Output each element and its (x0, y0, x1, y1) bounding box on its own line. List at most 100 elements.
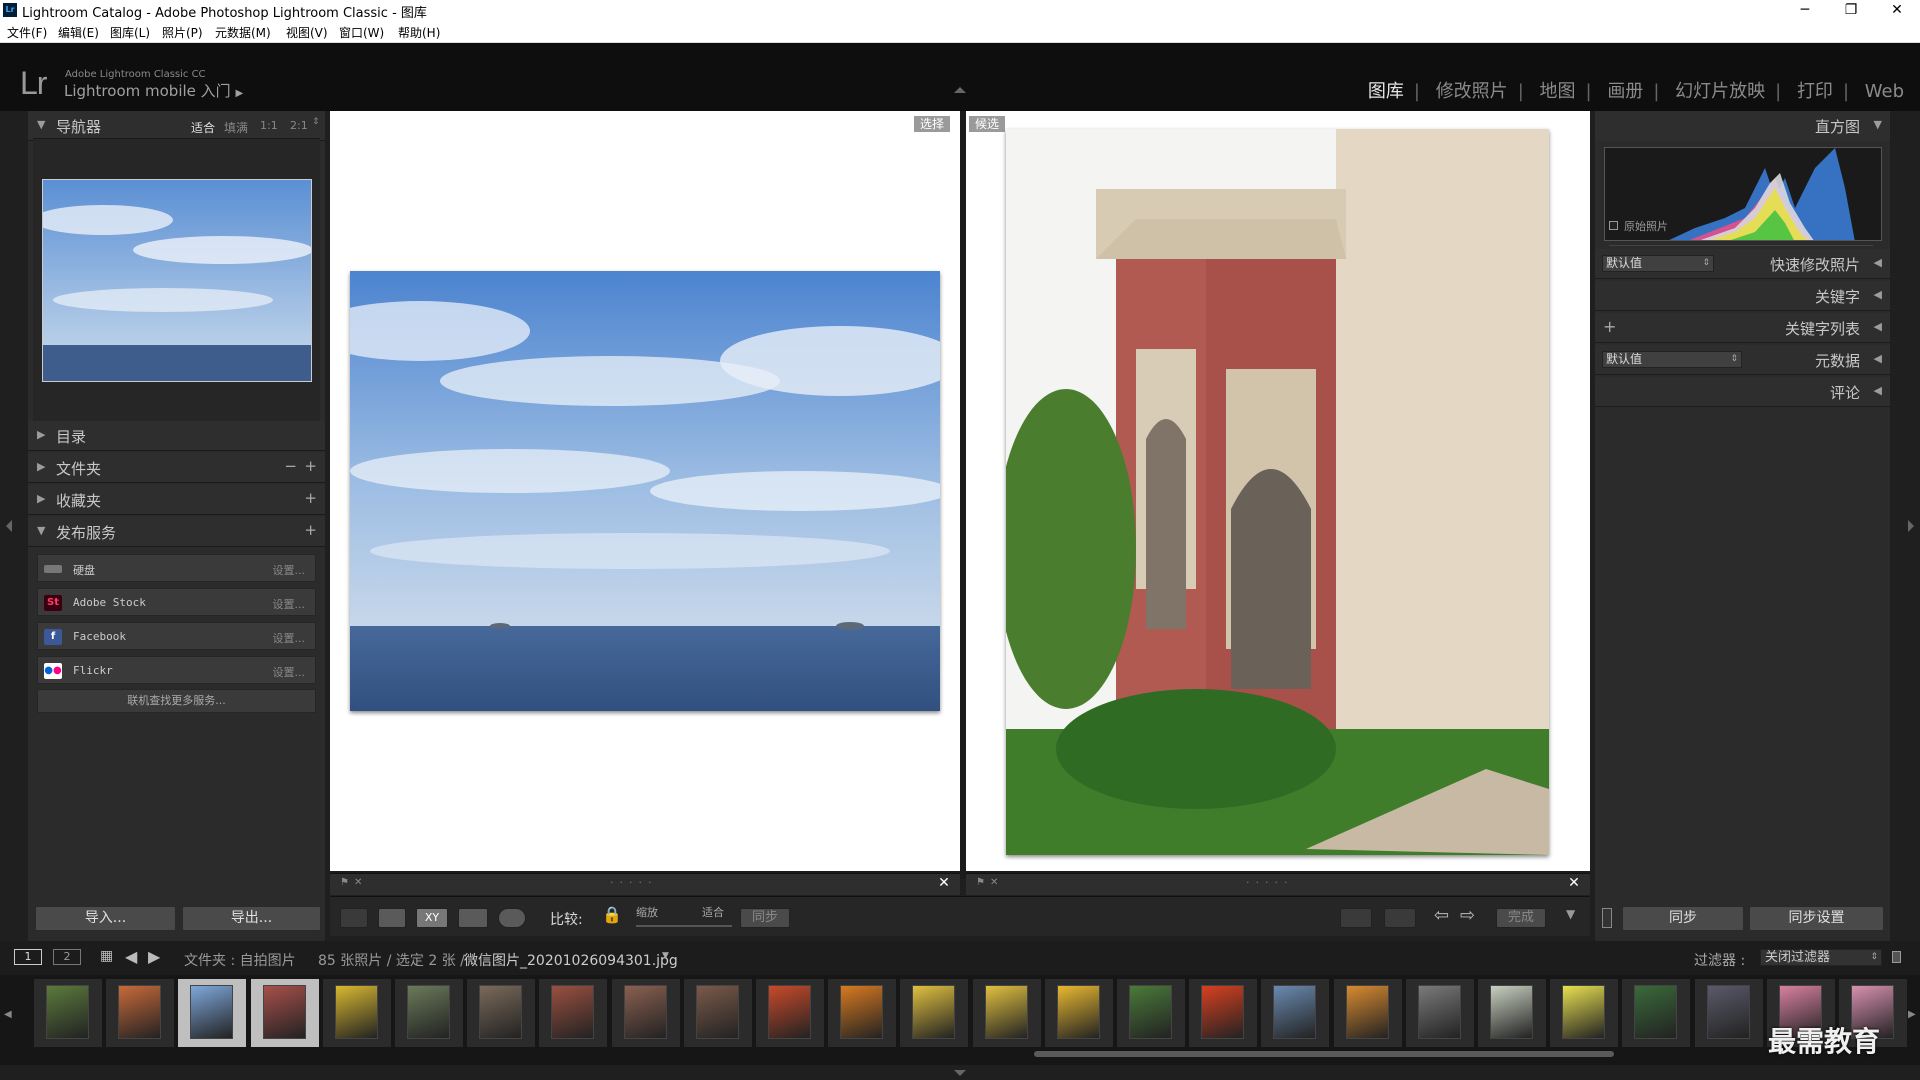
right-panel-toggle-icon[interactable] (1908, 520, 1914, 532)
candidate-pane[interactable]: 候选 (966, 111, 1590, 871)
close-select-button[interactable]: ✕ (936, 875, 952, 891)
sync-button[interactable]: 同步 (740, 908, 790, 928)
left-panel-toggle-icon[interactable] (6, 520, 12, 532)
restore-button[interactable]: ❐ (1828, 0, 1874, 21)
navigator-header[interactable]: ▼ 导航器 适合 填满 1:1 2:1 ⇕ (28, 111, 325, 141)
filmstrip-thumbnail[interactable] (1044, 979, 1113, 1047)
module-web[interactable]: Web (1861, 81, 1908, 102)
close-candidate-button[interactable]: ✕ (1566, 875, 1582, 891)
module-print[interactable]: 打印 (1793, 81, 1837, 102)
filmstrip-thumbnail[interactable] (1333, 979, 1402, 1047)
filmstrip-thumbnail[interactable] (1694, 979, 1763, 1047)
current-filename[interactable]: 微信图片_20201026094301.jpg (464, 950, 678, 970)
swap-icon[interactable] (1340, 908, 1372, 928)
select-pane[interactable]: 选择 (330, 111, 960, 871)
minimize-button[interactable]: ─ (1782, 0, 1828, 21)
filmstrip-thumbnail[interactable] (611, 979, 680, 1047)
make-select-icon[interactable] (1384, 908, 1416, 928)
export-button[interactable]: 导出... (182, 906, 321, 931)
top-panel-toggle-icon[interactable] (954, 87, 966, 93)
sync-metadata-button[interactable]: 同步 (1622, 906, 1744, 931)
secondary-window-button[interactable]: 2 (53, 949, 81, 965)
filmstrip-thumbnail[interactable] (1117, 979, 1185, 1047)
people-view-icon[interactable] (498, 908, 526, 928)
done-button[interactable]: 完成 (1496, 908, 1546, 928)
menu-file[interactable]: 文件(F) (7, 24, 47, 41)
publish-services-header[interactable]: ▼ 发布服务 + (28, 517, 325, 547)
lightroom-mobile-link[interactable]: Lightroom mobile 入门 ▶ (64, 80, 243, 101)
source-path[interactable]: 文件夹 : 自拍图片 (184, 950, 296, 970)
zoom-fit[interactable]: 适合 (191, 119, 215, 136)
menu-view[interactable]: 视图(V) (286, 24, 328, 41)
plus-icon[interactable]: + (1603, 317, 1616, 336)
zoom-2-1[interactable]: 2:1 (290, 119, 308, 132)
folders-header[interactable]: ▶ 文件夹 − + (28, 453, 325, 483)
service-flickr[interactable]: ●● Flickr 设置... (37, 656, 316, 684)
filmstrip-thumbnail[interactable] (178, 979, 247, 1047)
previous-arrow-icon[interactable]: ⇦ (1434, 905, 1449, 926)
quick-develop-header[interactable]: 默认值 ⇕ 快速修改照片 ◀ (1595, 249, 1890, 279)
zoom-fill[interactable]: 填满 (224, 119, 248, 136)
plus-icon[interactable]: + (304, 489, 317, 507)
menu-help[interactable]: 帮助(H) (398, 24, 440, 41)
rating-dots[interactable]: ····· (1246, 876, 1293, 889)
setup-link[interactable]: 设置... (273, 562, 306, 578)
close-window-button[interactable]: ✕ (1874, 0, 1920, 21)
menu-window[interactable]: 窗口(W) (339, 24, 384, 41)
menu-edit[interactable]: 编辑(E) (58, 24, 99, 41)
keywording-header[interactable]: 关键字 ◀ (1595, 281, 1890, 311)
flag-icon[interactable]: ⚑ (976, 878, 986, 888)
back-arrow-icon[interactable]: ◀ (125, 947, 137, 966)
module-develop[interactable]: 修改照片 (1432, 81, 1512, 102)
filmstrip-thumbnail[interactable] (34, 979, 102, 1047)
original-photo-checkbox[interactable] (1609, 221, 1618, 230)
menu-metadata[interactable]: 元数据(M) (215, 24, 271, 41)
loupe-view-icon[interactable] (378, 908, 406, 928)
filmstrip-thumbnail[interactable] (1261, 979, 1330, 1047)
module-library[interactable]: 图库 (1364, 81, 1408, 102)
plus-icon[interactable]: + (304, 521, 317, 539)
toolbar-menu-chevron-icon[interactable]: ▼ (1566, 907, 1575, 921)
auto-sync-switch[interactable] (1602, 908, 1612, 928)
filmstrip-thumbnail[interactable] (395, 979, 463, 1047)
filmstrip-scroll-right-icon[interactable]: ▶ (1908, 1009, 1916, 1020)
navigator-thumbnail[interactable] (42, 179, 312, 382)
filmstrip-thumbnail[interactable] (756, 979, 824, 1047)
module-map[interactable]: 地图 (1536, 81, 1580, 102)
service-hard-drive[interactable]: 硬盘 设置... (37, 554, 316, 582)
find-more-services-button[interactable]: 联机查找更多服务... (37, 689, 316, 713)
sync-settings-button[interactable]: 同步设置 (1749, 906, 1884, 931)
filename-menu-chevron-icon[interactable]: ▼ (662, 951, 669, 961)
minus-icon[interactable]: − (284, 457, 297, 475)
filmstrip-thumbnail[interactable] (900, 979, 969, 1047)
zoom-1-1[interactable]: 1:1 (260, 119, 278, 132)
service-adobe-stock[interactable]: St Adobe Stock 设置... (37, 588, 316, 616)
quick-develop-preset-select[interactable]: 默认值 ⇕ (1602, 255, 1714, 272)
filmstrip-thumbnail[interactable] (467, 979, 536, 1047)
catalog-header[interactable]: ▶ 目录 (28, 421, 325, 451)
filter-lock-icon[interactable] (1892, 951, 1901, 963)
forward-arrow-icon[interactable]: ▶ (148, 947, 160, 966)
setup-link[interactable]: 设置... (273, 664, 306, 680)
grid-view-icon[interactable] (340, 908, 368, 928)
bottom-panel-toggle-icon[interactable] (954, 1070, 966, 1076)
filmstrip-thumbnail[interactable] (1405, 979, 1474, 1047)
filmstrip-thumbnail[interactable] (539, 979, 608, 1047)
filmstrip-scroll-left-icon[interactable]: ◀ (4, 1009, 12, 1020)
filmstrip-thumbnail[interactable] (106, 979, 175, 1047)
rating-dots[interactable]: ····· (610, 876, 657, 889)
metadata-preset-select[interactable]: 默认值 ⇕ (1602, 351, 1742, 368)
module-book[interactable]: 画册 (1603, 81, 1647, 102)
filmstrip-thumbnail[interactable] (250, 979, 319, 1047)
setup-link[interactable]: 设置... (273, 596, 306, 612)
filmstrip-scrollbar[interactable] (1034, 1051, 1614, 1057)
primary-window-button[interactable]: 1 (14, 949, 42, 965)
plus-icon[interactable]: + (304, 457, 317, 475)
service-facebook[interactable]: f Facebook 设置... (37, 622, 316, 650)
filmstrip-thumbnail[interactable] (1478, 979, 1546, 1047)
filmstrip-thumbnail[interactable] (828, 979, 897, 1047)
filter-select[interactable]: 关闭过滤器 ⇕ (1760, 949, 1882, 966)
filmstrip-thumbnail[interactable] (683, 979, 752, 1047)
import-button[interactable]: 导入... (35, 906, 176, 931)
filmstrip-thumbnail[interactable] (1189, 979, 1258, 1047)
